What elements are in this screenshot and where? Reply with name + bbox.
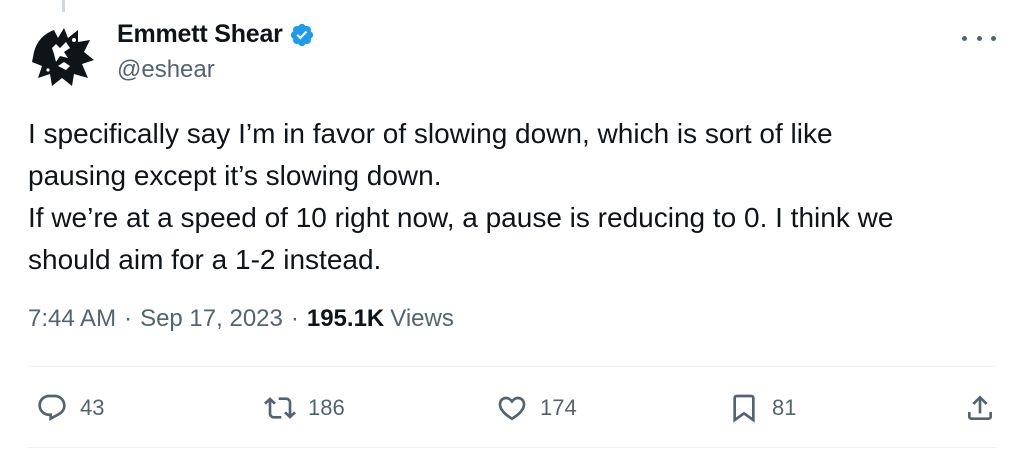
more-dots-icon (991, 35, 996, 41)
reply-count: 43 (80, 395, 105, 420)
retweet-button[interactable]: 186 (264, 386, 345, 430)
retweet-icon (264, 397, 296, 419)
meta-separator: · (290, 305, 299, 332)
like-count: 174 (540, 395, 577, 420)
tweet-text-line: pausing except it’s slowing down. (28, 160, 442, 191)
tweet-date[interactable]: Sep 17, 2023 (140, 305, 283, 333)
tweet-text-line: If we’re at a speed of 10 right now, a p… (28, 202, 894, 233)
avatar[interactable] (28, 22, 96, 90)
author-handle[interactable]: @eshear (117, 56, 215, 84)
tweet-text-line: I specifically say I’m in favor of slowi… (28, 118, 833, 149)
action-bar: 43 186 174 81 (28, 386, 996, 430)
tweet-meta: 7:44 AM · Sep 17, 2023 · 195.1K Views (28, 305, 454, 333)
divider (28, 366, 996, 367)
avatar-logo-icon (29, 23, 95, 89)
retweet-count: 186 (308, 395, 345, 420)
share-button[interactable] (964, 386, 996, 430)
views-count: 195.1K (306, 305, 385, 332)
thread-connector-line (62, 0, 65, 12)
bookmark-button[interactable]: 81 (728, 386, 796, 430)
more-options-button[interactable] (962, 28, 996, 48)
bookmark-count: 81 (772, 395, 797, 420)
reply-button[interactable]: 43 (36, 386, 104, 430)
tweet-text: I specifically say I’m in favor of slowi… (28, 113, 988, 281)
reply-icon (38, 394, 66, 421)
verified-badge-icon[interactable] (289, 22, 315, 48)
heart-icon (498, 396, 526, 421)
like-button[interactable]: 174 (496, 386, 577, 430)
author-name-row: Emmett Shear (117, 20, 315, 49)
more-dots-icon (976, 35, 982, 41)
views-label: Views (390, 305, 454, 332)
author-display-name[interactable]: Emmett Shear (117, 20, 283, 49)
more-dots-icon (962, 35, 967, 41)
tweet-text-line: should aim for a 1-2 instead. (28, 244, 382, 275)
bookmark-icon (733, 394, 755, 423)
divider (28, 447, 996, 448)
share-icon (968, 395, 992, 420)
meta-separator: · (124, 305, 133, 332)
tweet-time[interactable]: 7:44 AM (28, 305, 116, 333)
